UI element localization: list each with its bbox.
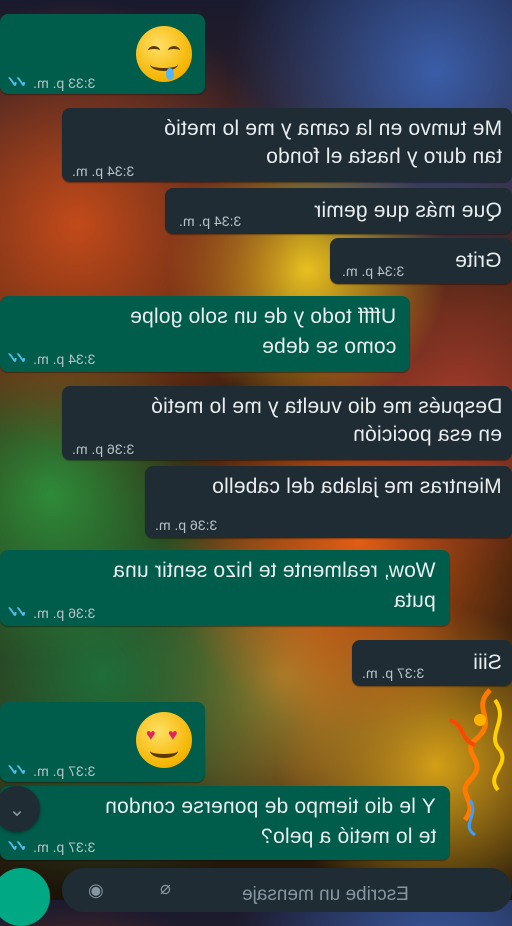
input-bar: Escribe un mensaje ◉ ⌀	[0, 862, 512, 926]
message-text: como se debe	[261, 335, 396, 358]
message-bubble[interactable]: 3:33 p. m. ✓✓	[0, 14, 205, 94]
message-bubble[interactable]: Que más que gemir 3:34 p. m.	[165, 188, 512, 234]
message-meta: 3:37 p. m. ✓✓	[10, 758, 95, 784]
message-meta: 3:34 p. m.	[179, 208, 241, 234]
double-check-icon: ✓✓	[10, 74, 28, 91]
phoenix-sticker	[449, 688, 505, 837]
message-meta: 3:36 p. m.	[72, 436, 134, 462]
message-bubble[interactable]: Uffff todo y de un solo golpe como se de…	[0, 296, 410, 372]
message-meta: 3:36 p. m.	[155, 512, 217, 538]
message-time: 3:37 p. m.	[33, 839, 96, 855]
message-text: Mientras me jalaba del cabello	[212, 475, 502, 498]
message-meta: 3:37 p. m.	[362, 660, 424, 686]
message-time: 3:36 p. m.	[155, 517, 218, 533]
message-bubble[interactable]: Después me dio vuelta y me lo metió en e…	[62, 386, 512, 460]
message-time: 3:34 p. m.	[342, 263, 405, 279]
message-time: 3:34 p. m.	[72, 163, 135, 179]
double-check-icon: ✓✓	[10, 838, 28, 855]
message-text: puta	[394, 589, 436, 612]
message-text: Siii	[473, 651, 502, 674]
double-check-icon: ✓✓	[10, 762, 28, 779]
message-meta: 3:33 p. m. ✓✓	[10, 70, 95, 96]
message-bubble[interactable]: Grite 3:34 p. m.	[330, 238, 512, 284]
message-text: Grite	[455, 249, 502, 272]
message-text: Uffff todo y de un solo golpe	[129, 305, 396, 328]
message-text: Que más que gemir	[314, 199, 502, 222]
input-placeholder: Escribe un mensaje	[242, 884, 409, 905]
message-bubble[interactable]: Wow, realmente te hizo sentir una puta 3…	[0, 550, 450, 626]
message-time: 3:33 p. m.	[33, 75, 96, 91]
message-time: 3:36 p. m.	[33, 605, 96, 621]
message-text: Me tumvo en la cama y me lo metió	[163, 117, 502, 140]
paperclip-icon[interactable]: ⌀	[160, 878, 171, 899]
message-text: te lo metió a pelo?	[260, 825, 436, 848]
double-check-icon: ✓✓	[10, 604, 28, 621]
message-text: tan duro y hasta el fondo	[265, 145, 502, 168]
camera-icon[interactable]: ◉	[88, 880, 104, 901]
message-input[interactable]: Escribe un mensaje ◉ ⌀	[62, 868, 512, 912]
message-time: 3:34 p. m.	[33, 351, 96, 367]
message-text: Wow, realmente te hizo sentir una	[113, 559, 436, 582]
message-meta: 3:34 p. m.	[342, 258, 404, 284]
message-text: en esa pocición	[353, 423, 502, 446]
message-meta: 3:36 p. m. ✓✓	[10, 600, 95, 626]
message-bubble[interactable]: ♥ ♥ 3:37 p. m. ✓✓	[0, 702, 205, 782]
message-time: 3:36 p. m.	[72, 441, 135, 457]
message-text: Y le dio tiempo de ponerse condon	[105, 795, 436, 818]
heart-eyes-face-emoji: ♥ ♥	[136, 712, 192, 768]
message-bubble[interactable]: Me tumvo en la cama y me lo metió tan du…	[62, 108, 512, 182]
message-bubble[interactable]: Mientras me jalaba del cabello 3:36 p. m…	[145, 466, 512, 538]
message-bubble[interactable]: Y le dio tiempo de ponerse condon te lo …	[0, 786, 450, 860]
message-meta: 3:37 p. m. ✓✓	[10, 834, 95, 860]
drooling-face-emoji	[136, 26, 192, 82]
message-time: 3:34 p. m.	[179, 213, 242, 229]
mic-button[interactable]	[0, 868, 50, 926]
double-check-icon: ✓✓	[10, 350, 28, 367]
message-meta: 3:34 p. m.	[72, 158, 134, 184]
message-time: 3:37 p. m.	[33, 763, 96, 779]
message-text: Después me dio vuelta y me lo metió	[150, 395, 502, 418]
message-time: 3:37 p. m.	[362, 665, 425, 681]
chat-area[interactable]: 3:33 p. m. ✓✓ Me tumvo en la cama y me l…	[0, 0, 512, 900]
message-meta: 3:34 p. m. ✓✓	[10, 346, 95, 372]
